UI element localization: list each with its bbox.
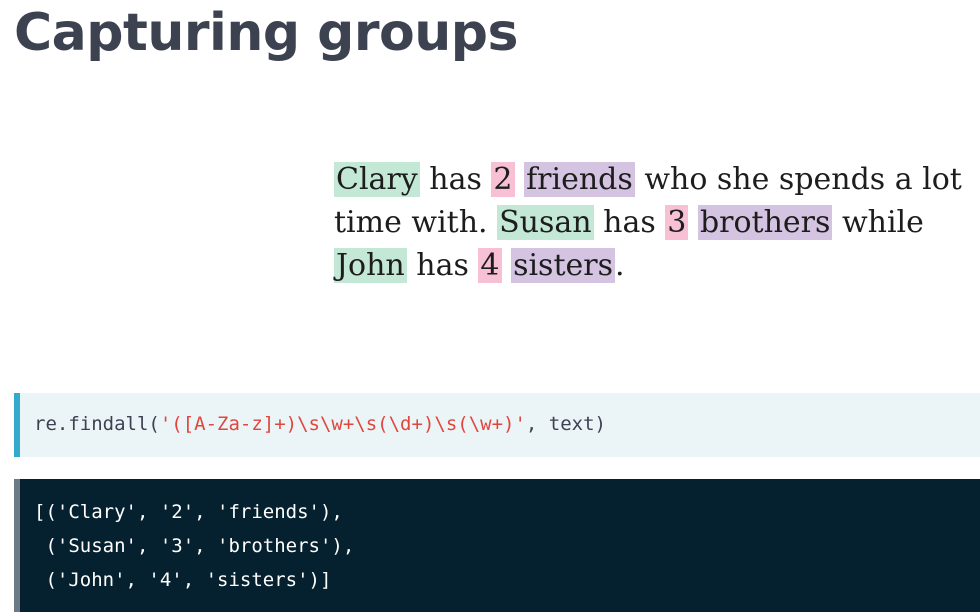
slide-title: Capturing groups: [14, 3, 518, 63]
code-output-text: [('Clary', '2', 'friends'), ('Susan', '3…: [34, 495, 354, 597]
number-highlight: 3: [665, 205, 689, 240]
sentence-text: has: [593, 205, 666, 240]
output-line: ('John', '4', 'sisters')]: [34, 569, 332, 591]
code-output-block: [('Clary', '2', 'friends'), ('Susan', '3…: [14, 479, 980, 612]
word-highlight: brothers: [697, 205, 833, 240]
sentence-text: time with.: [334, 205, 498, 240]
number-highlight: 2: [491, 162, 515, 197]
output-line: ('Susan', '3', 'brothers'),: [34, 535, 355, 557]
name-highlight: Clary: [334, 162, 420, 197]
sentence-text: [688, 205, 698, 240]
code-arguments: , text): [525, 413, 606, 435]
sentence-text: who she spends a lot: [634, 162, 962, 197]
word-highlight: sisters: [511, 248, 615, 283]
sentence-text: .: [615, 248, 625, 283]
word-highlight: friends: [524, 162, 635, 197]
code-input-block: re.findall('([A-Za-z]+)\s\w+\s(\d+)\s(\w…: [14, 393, 980, 457]
regex-pattern-string: '([A-Za-z]+)\s\w+\s(\d+)\s(\w+)': [159, 413, 526, 435]
sentence-text: [515, 162, 525, 197]
output-line: [('Clary', '2', 'friends'),: [34, 501, 343, 523]
sentence-text: [502, 248, 512, 283]
example-sentence: Clary has 2 friends who she spends a lot…: [334, 158, 974, 287]
sentence-text: while: [832, 205, 924, 240]
number-highlight: 4: [478, 248, 502, 283]
code-input-line: re.findall('([A-Za-z]+)\s\w+\s(\d+)\s(\w…: [34, 411, 606, 437]
sentence-text: has: [419, 162, 492, 197]
name-highlight: John: [334, 248, 407, 283]
sentence-text: has: [406, 248, 479, 283]
name-highlight: Susan: [497, 205, 594, 240]
code-function-call: re.findall(: [34, 413, 160, 435]
